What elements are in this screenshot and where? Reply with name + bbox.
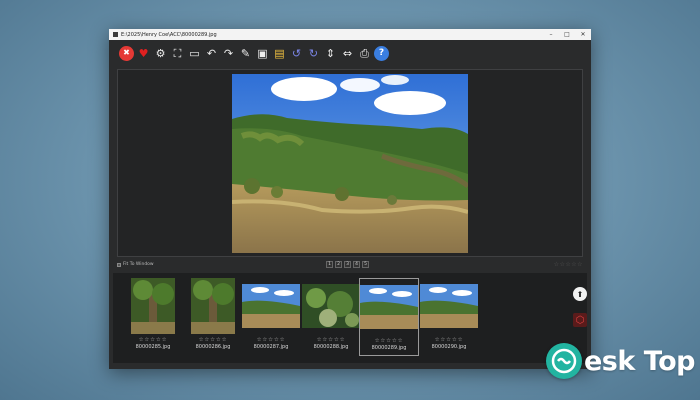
page-button-4[interactable]: 4 — [353, 261, 360, 268]
thumbnail-filename: 80000290.jpg — [431, 344, 467, 350]
thumbnail-rating[interactable]: ☆☆☆☆☆ — [241, 337, 301, 343]
watermark-text: esk Top — [584, 345, 695, 377]
rotate-left-icon[interactable]: ↶ — [204, 46, 219, 61]
thumbnail-item[interactable]: ☆☆☆☆☆ 80000285.jpg — [123, 278, 183, 356]
thumbnail-image[interactable] — [191, 278, 235, 334]
print-icon[interactable]: ⎙ — [357, 46, 372, 61]
page-button-2[interactable]: 2 — [335, 261, 342, 268]
thumbnail-image[interactable] — [302, 284, 360, 328]
redo-icon[interactable]: ↻ — [306, 46, 321, 61]
thumbnail-image[interactable] — [420, 284, 478, 328]
thumbnail-image[interactable] — [360, 285, 418, 329]
thumbnail-item[interactable]: ☆☆☆☆☆ 80000287.jpg — [241, 278, 301, 356]
maximize-button[interactable]: □ — [559, 31, 575, 38]
page-button-5[interactable]: 5 — [362, 261, 369, 268]
undo-icon[interactable]: ↺ — [289, 46, 304, 61]
thumbnail-image[interactable] — [131, 278, 175, 334]
thumbnail-filename: 80000285.jpg — [135, 344, 171, 350]
status-row: Fit To Window 12345 ☆☆☆☆☆ — [117, 261, 583, 271]
ftp-icon[interactable]: ⬡ — [573, 313, 587, 327]
fit-checkbox[interactable] — [117, 262, 121, 267]
thumbnail-item[interactable]: ☆☆☆☆☆ 80000289.jpg — [359, 278, 419, 356]
fit-to-window-toggle[interactable]: Fit To Window — [117, 262, 154, 267]
watermark-logo-icon — [546, 343, 582, 379]
thumbnail-item[interactable]: ☆☆☆☆☆ 80000290.jpg — [419, 278, 479, 356]
page-button-1[interactable]: 1 — [326, 261, 333, 268]
window-title: E:\2025\Henry Coe\ACC\80000289.jpg — [121, 31, 217, 38]
thumbnail-rating[interactable]: ☆☆☆☆☆ — [301, 337, 361, 343]
rating-stars[interactable]: ☆☆☆☆☆ — [554, 261, 583, 268]
slideshow-icon[interactable]: ▭ — [187, 46, 202, 61]
thumbnail-filename: 80000289.jpg — [371, 345, 407, 351]
fit-label: Fit To Window — [123, 262, 154, 267]
title-bar: E:\2025\Henry Coe\ACC\80000289.jpg – □ ✕ — [109, 29, 591, 40]
watermark: esk Top — [546, 340, 695, 382]
thumbnail-filename: 80000288.jpg — [313, 344, 349, 350]
app-icon — [113, 32, 118, 37]
fullscreen-icon[interactable]: ⛶ — [170, 46, 185, 61]
thumbnail-filename: 80000286.jpg — [195, 344, 231, 350]
thumbnail-image[interactable] — [242, 284, 300, 328]
minimize-button[interactable]: – — [543, 31, 559, 38]
thumbnail-filename: 80000287.jpg — [253, 344, 289, 350]
save-as-icon[interactable]: ▤ — [272, 46, 287, 61]
thumbnail-strip: ☆☆☆☆☆ 80000285.jpg ☆☆☆☆☆ 80000286.jpg ☆☆☆☆… — [113, 273, 587, 363]
save-icon[interactable]: ▣ — [255, 46, 270, 61]
delete-icon[interactable]: ✖ — [119, 45, 134, 61]
rotate-right-icon[interactable]: ↷ — [221, 46, 236, 61]
flip-vertical-icon[interactable]: ⇕ — [323, 46, 338, 61]
flip-horizontal-icon[interactable]: ⇔ — [340, 46, 355, 61]
image-viewer-pane[interactable] — [117, 69, 583, 257]
close-button[interactable]: ✕ — [575, 31, 591, 38]
page-button-3[interactable]: 3 — [344, 261, 351, 268]
thumbnail-rating[interactable]: ☆☆☆☆☆ — [123, 337, 183, 343]
thumbnail-item[interactable]: ☆☆☆☆☆ 80000286.jpg — [183, 278, 243, 356]
toolbar: ✖ ♥ ⚙ ⛶ ▭ ↶ ↷ ✎ ▣ ▤ ↺ ↻ ⇕ ⇔ ⎙? — [109, 40, 591, 66]
image-viewer-window: E:\2025\Henry Coe\ACC\80000289.jpg – □ ✕… — [109, 29, 591, 369]
upload-icon[interactable]: ⬆ — [573, 287, 587, 301]
favorite-heart-icon[interactable]: ♥ — [136, 46, 151, 61]
settings-icon[interactable]: ⚙ — [153, 46, 168, 61]
thumbnail-rating[interactable]: ☆☆☆☆☆ — [360, 338, 418, 344]
thumbnail-rating[interactable]: ☆☆☆☆☆ — [419, 337, 479, 343]
main-photo[interactable] — [232, 74, 468, 253]
pagination: 12345 — [326, 261, 369, 268]
edit-icon[interactable]: ✎ — [238, 46, 253, 61]
thumbnail-rating[interactable]: ☆☆☆☆☆ — [183, 337, 243, 343]
help-icon[interactable]: ? — [374, 45, 389, 61]
thumbnail-item[interactable]: ☆☆☆☆☆ 80000288.jpg — [301, 278, 361, 356]
